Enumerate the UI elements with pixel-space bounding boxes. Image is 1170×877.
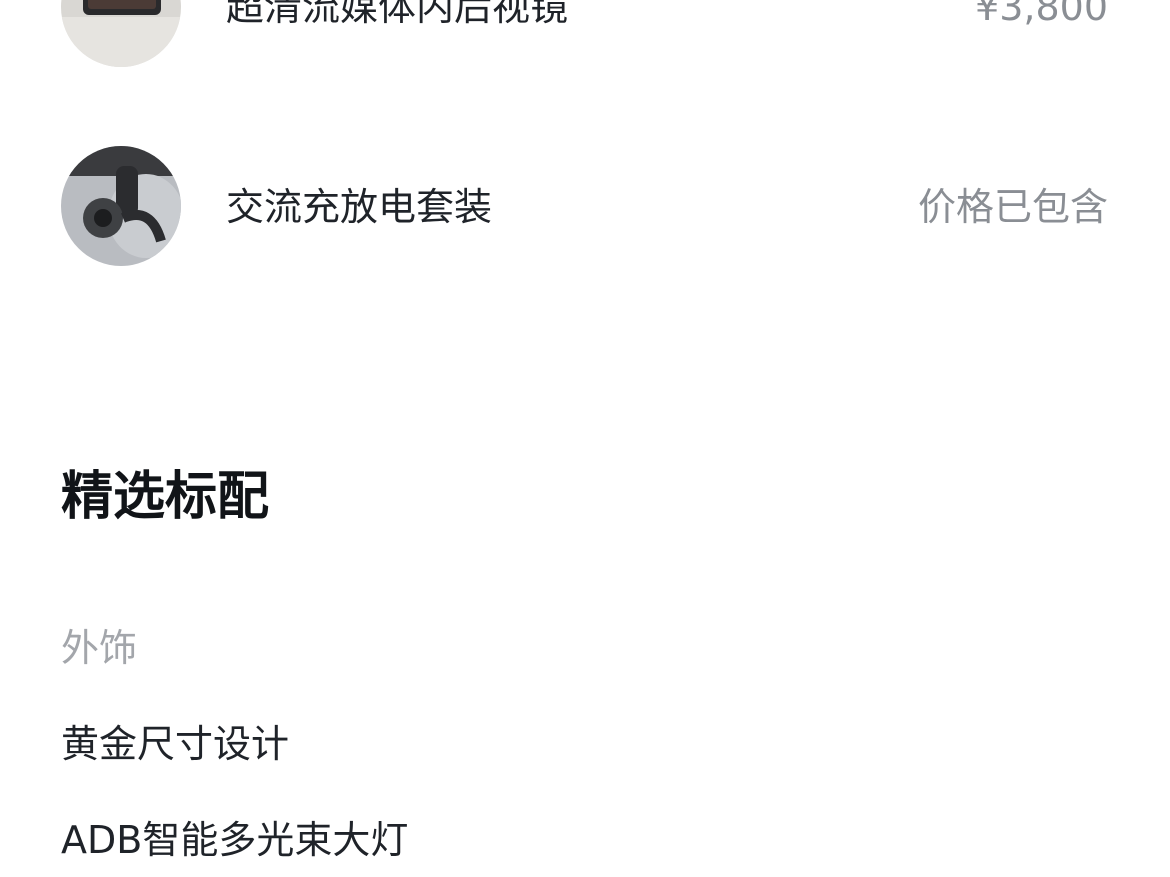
option-name: 交流充放电套装 [226, 185, 493, 229]
option-name: 超清流媒体内后视镜 [226, 0, 569, 29]
option-price: 价格已包含 [917, 185, 1108, 229]
option-row-mirror[interactable]: 超清流媒体内后视镜 ¥3,800 [0, 0, 1170, 67]
mirror-thumbnail [61, 0, 181, 67]
category-label: 外饰 [61, 626, 138, 670]
option-price: ¥3,800 [975, 0, 1108, 29]
feature-item: 黄金尺寸设计 [61, 722, 290, 766]
section-title: 精选标配 [61, 467, 270, 527]
charger-thumbnail [61, 146, 181, 266]
feature-item: ADB智能多光束大灯 [61, 818, 409, 862]
option-row-charger[interactable]: 交流充放电套装 价格已包含 [0, 146, 1170, 266]
